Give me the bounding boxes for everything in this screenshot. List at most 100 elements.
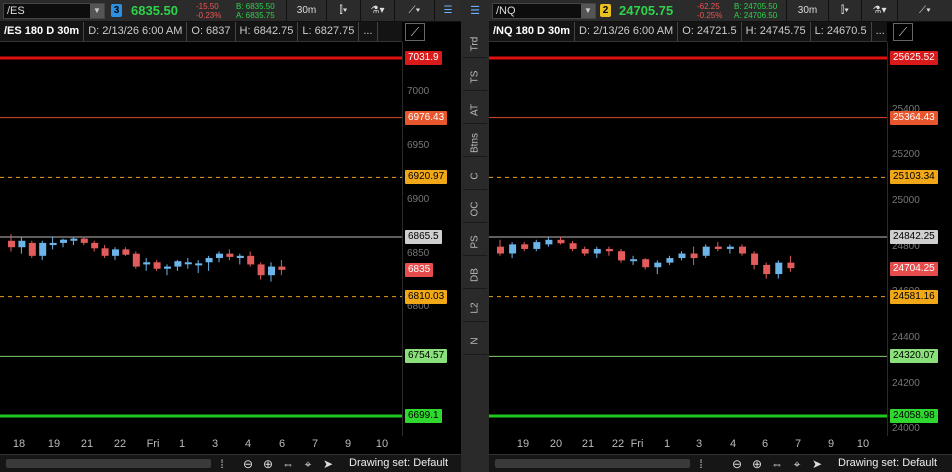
candle-body [18,240,26,248]
drawing-set-label[interactable]: Drawing set: Default [349,457,448,469]
candle [49,236,57,250]
bid-price: B: 6835.50 [236,2,275,11]
candle [787,255,795,272]
chart-style-icon[interactable]: ⫿▾ [828,0,861,22]
chart-plot-area[interactable] [0,42,402,436]
time-axis: 19 20 21 22 Fri 1 3 4 6 7 9 10 [489,436,887,454]
toolbar: /NQ ▼ 2 24705.75 -62.25 -0.25% B: 24705.… [489,0,952,22]
zoom-in-icon[interactable]: ⊕ [749,456,765,472]
candle [70,236,78,246]
menu-icon[interactable]: ☰ [465,4,485,18]
time-tick-label: 19 [516,438,530,450]
chart-style-toggle-icon[interactable]: ⟋ [893,23,913,41]
candle [91,240,99,252]
bar-high: H: 6842.75 [236,22,299,41]
interval-button[interactable]: 30m [786,0,828,22]
price-level-label: 6810.03 [405,289,448,304]
scroll-handle-icon[interactable]: ⁞ [214,456,230,472]
net-change-pct: -0.25% [697,11,723,20]
price-tick-label: 24000 [892,423,920,435]
candle-body [28,242,36,256]
symbol-input[interactable]: /ES ▼ [3,3,105,19]
side-tab-db[interactable]: DB [463,261,487,289]
candle-body [763,264,771,275]
candle-body [268,266,275,276]
candle [702,244,710,259]
side-tab-trd[interactable]: Trd [463,30,487,58]
side-tab-oc[interactable]: OC [463,195,487,223]
side-tab-label: L2 [469,301,481,314]
horizontal-scrollbar[interactable] [6,459,211,468]
net-change: -15.50 [196,2,219,11]
candle-body [521,244,529,249]
cursor-icon[interactable]: ➤ [809,456,825,472]
price-axis[interactable]: 2540025200250002480024600244002420024000… [887,42,952,436]
zoom-out-icon[interactable]: ⊖ [729,456,745,472]
time-tick-label: 10 [375,438,389,450]
candle [751,251,759,270]
time-tick-label: 22 [113,438,127,450]
crosshair-icon[interactable]: ⌖ [300,456,316,472]
fit-icon[interactable]: ⇔ [280,456,296,472]
candle-body [605,248,613,252]
chevron-down-icon[interactable]: ▼ [581,4,595,18]
price-level-label: 25625.52 [890,51,938,65]
drawing-set-label[interactable]: Drawing set: Default [838,457,937,469]
chart-style-toggle-icon[interactable]: ⟋ [405,23,425,41]
horizontal-scrollbar[interactable] [495,459,690,468]
link-number: 3 [113,5,120,16]
chart-style-icon[interactable]: ⫿▾ [326,0,360,22]
link-badge[interactable]: 2 [600,4,611,17]
chart-plot-area[interactable] [489,42,887,436]
candle [39,240,47,261]
scroll-handle-icon[interactable]: ⁞ [693,456,709,472]
studies-flask-icon[interactable]: ⚗▾ [360,0,394,22]
side-tab-c[interactable]: C [463,162,487,190]
cursor-icon[interactable]: ➤ [320,456,336,472]
menu-icon[interactable]: ☰ [434,0,461,22]
zoom-out-icon[interactable]: ⊖ [240,456,256,472]
candle-body [247,255,255,265]
candle-body [205,257,213,263]
interval-label: 30m [296,5,317,16]
time-tick-label: 21 [80,438,94,450]
time-tick-label: 18 [12,438,26,450]
price-level-label: 24581.16 [890,289,938,304]
price-tick-label: 24200 [892,377,920,389]
chevron-down-icon[interactable]: ▼ [90,4,104,18]
time-axis: 18 19 21 22 Fri 1 3 4 6 7 9 10 [0,436,402,454]
side-tab-label: TS [469,70,481,83]
price-chart[interactable]: 7000695069006850680067507031.96976.43692… [0,42,461,436]
symbol-input[interactable]: /NQ ▼ [492,3,596,19]
side-tab-btns[interactable]: Btns [463,129,487,157]
drawings-icon[interactable]: ⟋▾ [394,0,434,22]
side-tab-ps[interactable]: PS [463,228,487,256]
bar-date: D: 2/13/26 6:00 AM [575,22,679,41]
side-tab-ts[interactable]: TS [463,63,487,91]
candle-body [726,246,734,249]
ask-price: A: 6835.75 [236,11,275,20]
candle-body [509,244,517,254]
side-tab-n[interactable]: N [463,327,487,355]
crosshair-icon[interactable]: ⌖ [789,456,805,472]
price-level-label: 24320.07 [890,349,938,364]
side-tab-l2[interactable]: L2 [463,294,487,322]
price-chart[interactable]: 2540025200250002480024600244002420024000… [489,42,952,436]
price-tick-label: 6900 [407,193,430,205]
candle [605,246,613,256]
candle [60,238,67,248]
net-change-pct: -0.23% [196,11,222,20]
interval-button[interactable]: 30m [286,0,326,22]
candle-body [153,262,161,269]
time-tick-label: Fri [146,438,160,450]
candle [545,237,553,247]
link-badge[interactable]: 3 [111,4,122,17]
price-level-label: 25103.34 [890,170,938,185]
price-axis[interactable]: 7000695069006850680067507031.96976.43692… [402,42,461,436]
candle [18,236,26,254]
zoom-in-icon[interactable]: ⊕ [260,456,276,472]
side-tab-at[interactable]: AT [463,96,487,124]
studies-flask-icon[interactable]: ⚗▾ [861,0,897,22]
drawings-icon[interactable]: ⟋▾ [897,0,952,22]
fit-icon[interactable]: ⇔ [769,456,785,472]
